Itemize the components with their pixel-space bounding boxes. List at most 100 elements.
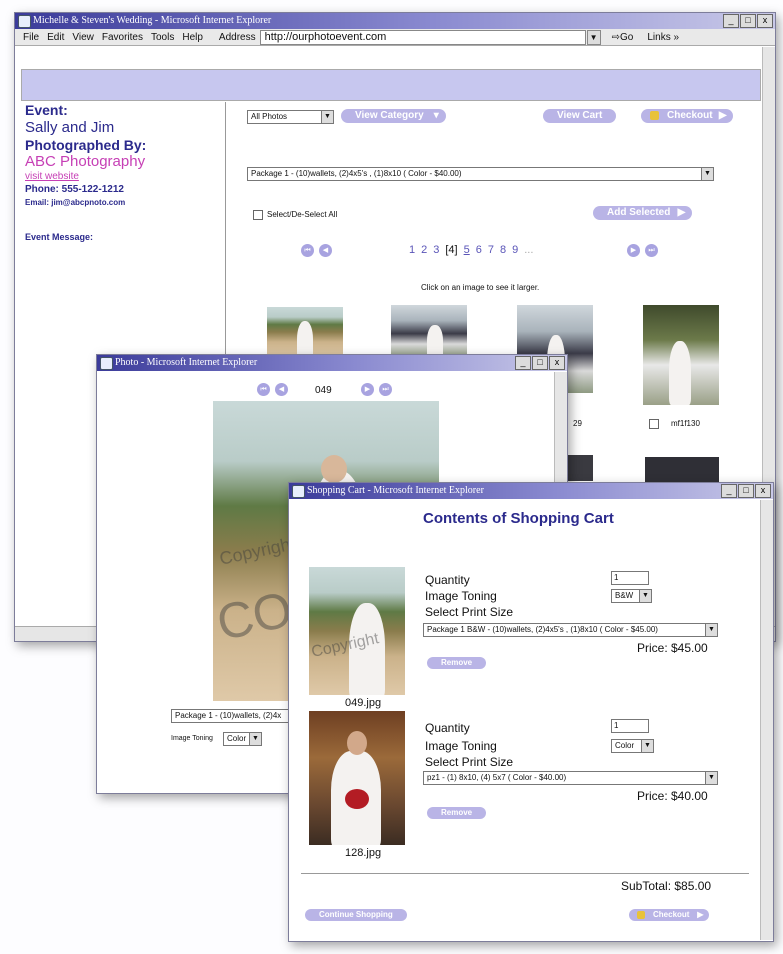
minimize-button[interactable]: _	[515, 356, 531, 370]
first-page-icon[interactable]: ⏮	[301, 244, 314, 257]
close-button[interactable]: x	[549, 356, 565, 370]
menu-tools[interactable]: Tools	[151, 32, 174, 43]
subtotal: SubTotal: $85.00	[621, 879, 712, 893]
package-select[interactable]: Package 1 - (10)wallets, (2)4x5's , (1)8…	[247, 167, 714, 181]
dropdown-arrow-icon: ▾	[433, 110, 439, 121]
cart-checkout-label: Checkout	[653, 910, 690, 919]
arrow-right-icon: ▶	[718, 110, 727, 121]
cart-scrollbar[interactable]	[760, 500, 773, 940]
address-dropdown-icon[interactable]: ▼	[586, 29, 601, 45]
page-4-current: [4]	[445, 244, 458, 256]
prev-page-icon[interactable]: ◀	[319, 244, 332, 257]
cart-item-filename: 049.jpg	[345, 697, 382, 709]
remove-button[interactable]: Remove	[427, 807, 487, 819]
thumbnail-photo[interactable]	[391, 305, 467, 357]
menu-file[interactable]: File	[23, 32, 39, 43]
next-photo-icon[interactable]: ▶	[361, 383, 374, 396]
page-numbers: 1 2 3 [4] 5 6 7 8 9 ...	[409, 244, 533, 256]
minimize-button[interactable]: _	[723, 14, 739, 28]
minimize-button[interactable]: _	[721, 484, 737, 498]
chevron-down-icon: ▼	[705, 772, 717, 784]
select-all-checkbox[interactable]	[253, 210, 263, 220]
photo-filter-select[interactable]: All Photos ▼	[247, 110, 334, 124]
image-toning-select[interactable]: B&W ▼	[611, 589, 652, 603]
links-button[interactable]: Links »	[647, 32, 679, 43]
address-bar: Address http://ourphotoevent.com ▼	[218, 29, 601, 45]
thumbnail-caption: 29	[573, 419, 582, 428]
checkout-button[interactable]: Checkout ▶	[641, 109, 733, 123]
cart-item-filename: 128.jpg	[345, 847, 382, 859]
select-all-label: Select/De-Select All	[267, 210, 338, 219]
print-size-select[interactable]: pz1 - (1) 8x10, (4) 5x7 ( Color - $40.00…	[423, 771, 718, 785]
page-9[interactable]: 9	[512, 244, 518, 256]
address-label: Address	[218, 31, 256, 43]
image-toning-select[interactable]: Color ▼	[611, 739, 654, 753]
photo-package-select[interactable]: Package 1 - (10)wallets, (2)4x	[171, 709, 292, 723]
maximize-button[interactable]: □	[740, 14, 756, 28]
quantity-input[interactable]: 1	[611, 719, 649, 733]
page-8[interactable]: 8	[500, 244, 506, 256]
thumbnail-photo[interactable]	[267, 307, 343, 357]
continue-shopping-button[interactable]: Continue Shopping	[305, 909, 407, 921]
next-page-icon[interactable]: ▶	[627, 244, 640, 257]
cart-checkout-button[interactable]: Checkout ▶	[629, 909, 710, 921]
page-5[interactable]: 5	[464, 244, 470, 256]
view-category-button[interactable]: View Category ▾	[341, 109, 446, 123]
chevron-down-icon: ▼	[701, 168, 713, 180]
photographed-by-label: Photographed By:	[25, 137, 147, 153]
window-controls: _ □ x	[515, 356, 565, 370]
page-7[interactable]: 7	[488, 244, 494, 256]
thumbnail-photo[interactable]	[643, 305, 719, 405]
photo-watermark-large: CO	[213, 580, 298, 652]
page-3[interactable]: 3	[433, 244, 439, 256]
photo-window-title: Photo - Microsoft Internet Explorer	[115, 357, 258, 368]
menu-favorites[interactable]: Favorites	[102, 32, 143, 43]
photo-watermark: Copyright	[217, 533, 298, 569]
menu-view[interactable]: View	[72, 32, 94, 43]
phone-text: Phone: 555-122-1212	[25, 184, 124, 195]
print-size-value: pz1 - (1) 8x10, (4) 5x7 ( Color - $40.00…	[427, 773, 567, 782]
arrow-right-icon: ▶	[697, 910, 704, 919]
last-page-icon[interactable]: ⏭	[645, 244, 658, 257]
menu-edit[interactable]: Edit	[47, 32, 64, 43]
lock-icon	[650, 111, 659, 120]
chevron-down-icon: ▼	[641, 740, 653, 752]
menu-bar: File Edit View Favorites Tools Help Addr…	[15, 29, 775, 46]
event-label: Event:	[25, 102, 68, 118]
address-input[interactable]: http://ourphotoevent.com ▼	[259, 29, 601, 45]
subtotal-divider	[301, 873, 749, 874]
maximize-button[interactable]: □	[738, 484, 754, 498]
chevron-down-icon: ▼	[249, 733, 261, 745]
bouquet	[345, 789, 369, 809]
go-button[interactable]: ⇨Go	[612, 32, 634, 43]
first-photo-icon[interactable]: ⏮	[257, 383, 270, 396]
close-button[interactable]: x	[755, 484, 771, 498]
thumbnail-checkbox[interactable]	[649, 419, 659, 429]
print-size-select[interactable]: Package 1 B&W - (10)wallets, (2)4x5's , …	[423, 623, 718, 637]
photo-title-bar: Photo - Microsoft Internet Explorer _ □ …	[97, 355, 567, 371]
photo-filter-value: All Photos	[251, 112, 288, 121]
quantity-input[interactable]: 1	[611, 571, 649, 585]
email-text: Email: jim@abcpnoto.com	[25, 198, 126, 207]
bride-head	[347, 731, 367, 755]
prev-photo-icon[interactable]: ◀	[275, 383, 288, 396]
page-1[interactable]: 1	[409, 244, 415, 256]
photo-package-value: Package 1 - (10)wallets, (2)4x	[175, 711, 282, 720]
photo-toning-select[interactable]: Color ▼	[223, 732, 262, 746]
view-cart-button[interactable]: View Cart	[543, 109, 617, 123]
maximize-button[interactable]: □	[532, 356, 548, 370]
quantity-value: 1	[614, 721, 619, 730]
page-2[interactable]: 2	[421, 244, 427, 256]
menu-help[interactable]: Help	[182, 32, 203, 43]
close-button[interactable]: x	[757, 14, 773, 28]
cart-title-bar: Shopping Cart - Microsoft Internet Explo…	[289, 483, 773, 499]
chevron-down-icon: ▼	[639, 590, 651, 602]
thumbnail-caption: mf1f130	[671, 419, 700, 428]
quantity-label: Quantity	[425, 573, 470, 587]
remove-button[interactable]: Remove	[427, 657, 487, 669]
last-photo-icon[interactable]: ⏭	[379, 383, 392, 396]
visit-website-link[interactable]: visit website	[25, 171, 79, 182]
page-6[interactable]: 6	[476, 244, 482, 256]
cart-item-photo	[309, 711, 405, 845]
add-selected-button[interactable]: Add Selected ▶	[593, 206, 693, 220]
